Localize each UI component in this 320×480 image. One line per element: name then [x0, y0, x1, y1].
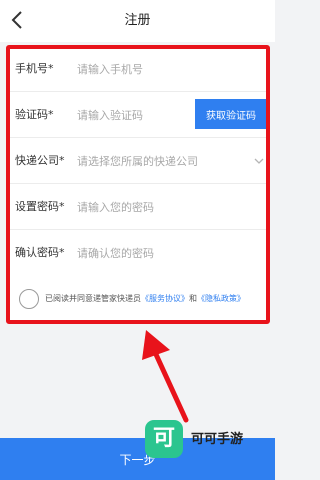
agreement-prefix: 已阅读并同意递管家快递员: [45, 294, 141, 303]
courier-row[interactable]: 快递公司*: [7, 138, 268, 184]
password-label: 设置密码*: [15, 200, 65, 213]
password-input[interactable]: [77, 196, 197, 218]
confirm-row: 确认密码*: [7, 230, 268, 276]
agree-radio[interactable]: [19, 289, 39, 309]
service-agreement-link[interactable]: 《服务协议》: [141, 294, 189, 303]
agreement-text: 已阅读并同意递管家快递员《服务协议》和《隐私政策》: [45, 293, 245, 304]
privacy-policy-link[interactable]: 《隐私政策》: [197, 294, 245, 303]
registration-form: 手机号* 验证码* 获取验证码 快递公司* 设置密码* 确认密码* 已阅读并同意…: [7, 46, 268, 323]
phone-row: 手机号*: [7, 46, 268, 92]
password-row: 设置密码*: [7, 184, 268, 230]
get-code-button[interactable]: 获取验证码: [195, 99, 267, 129]
confirm-label: 确认密码*: [15, 246, 65, 259]
code-input[interactable]: [77, 104, 197, 126]
courier-select[interactable]: [77, 150, 247, 172]
code-row: 验证码* 获取验证码: [7, 92, 268, 138]
next-step-button[interactable]: 下一步: [0, 438, 275, 480]
phone-label: 手机号*: [15, 62, 54, 75]
page-title: 注册: [124, 13, 151, 28]
confirm-password-input[interactable]: [77, 242, 197, 264]
courier-label: 快递公司*: [15, 154, 65, 167]
chevron-down-icon[interactable]: [253, 155, 265, 167]
app-header: 注册: [0, 0, 275, 42]
agreement-and: 和: [189, 294, 197, 303]
code-label: 验证码*: [15, 108, 54, 121]
phone-input[interactable]: [77, 58, 197, 80]
agreement-row: 已阅读并同意递管家快递员《服务协议》和《隐私政策》: [7, 282, 268, 318]
